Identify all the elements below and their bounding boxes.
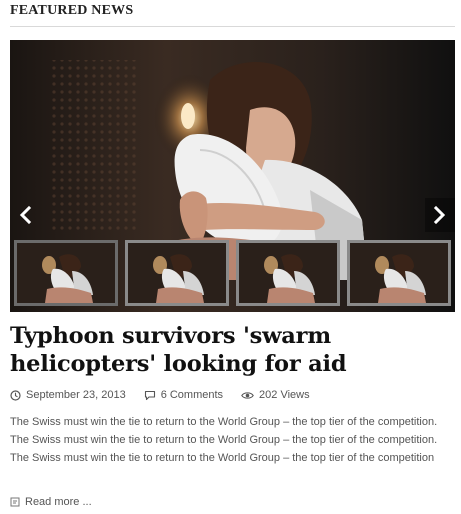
chevron-right-icon (433, 206, 446, 224)
document-icon (10, 497, 20, 507)
slider-prev-button[interactable] (10, 198, 40, 232)
thumbnail-image (350, 243, 448, 303)
article-views: 202 Views (241, 389, 310, 401)
article-title[interactable]: Typhoon survivors 'swarm helicopters' lo… (10, 322, 450, 378)
read-more-link[interactable]: Read more ... (10, 494, 92, 510)
thumbnail-image (17, 243, 115, 303)
thumbnail-image (128, 243, 226, 303)
clock-icon (10, 389, 21, 401)
date-text: September 23, 2013 (26, 389, 126, 401)
thumbnail-4[interactable] (347, 240, 451, 306)
thumbnail-1[interactable] (14, 240, 118, 306)
read-more-label: Read more ... (25, 496, 92, 508)
article-excerpt: The Swiss must win the tie to return to … (10, 416, 438, 464)
section-header: FEATURED NEWS (10, 3, 455, 27)
article-meta: September 23, 2013 6 Comments 202 Views (10, 387, 328, 403)
section-title: FEATURED NEWS (10, 3, 134, 18)
featured-slider[interactable] (10, 40, 455, 312)
comment-bubble-icon (144, 390, 155, 400)
article-comments[interactable]: 6 Comments (144, 389, 223, 401)
views-count: 202 Views (259, 389, 310, 401)
article-date: September 23, 2013 (10, 389, 126, 401)
thumbnail-3[interactable] (236, 240, 340, 306)
thumbnail-strip (14, 240, 454, 306)
thumbnail-image (239, 243, 337, 303)
chevron-left-icon (19, 206, 32, 224)
thumbnail-2[interactable] (125, 240, 229, 306)
slider-next-button[interactable] (425, 198, 455, 232)
eye-icon (241, 391, 254, 399)
comments-count: 6 Comments (160, 389, 224, 401)
